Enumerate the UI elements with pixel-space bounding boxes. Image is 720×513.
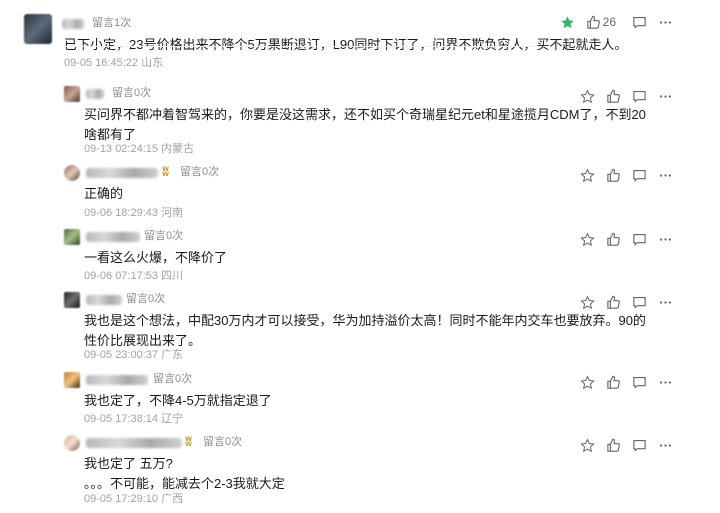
more-icon[interactable]: [652, 167, 678, 183]
thumbs-up-icon[interactable]: [600, 88, 626, 104]
avatar[interactable]: [64, 435, 80, 451]
comment-text: 正确的: [84, 186, 124, 201]
comment-actions: [574, 437, 678, 453]
comment-actions: 26: [555, 14, 678, 30]
avatar[interactable]: [24, 14, 52, 44]
star-icon[interactable]: [574, 374, 600, 390]
comment-icon[interactable]: [626, 167, 652, 183]
username[interactable]: [62, 19, 84, 29]
comment-actions: [574, 167, 678, 183]
more-icon[interactable]: [652, 14, 678, 30]
comment-text: 我也是这个想法，中配30万内才可以接受，华为加持溢价太高！同时不能年内交车也要放…: [84, 313, 646, 348]
comment-text: 已下小定，23号价格出来不降个5万果断退订，L90同时下订了，问界不欺负穷人，买…: [64, 37, 628, 52]
location: 内蒙古: [161, 143, 195, 155]
vip-badge-icon: ʬ: [162, 164, 169, 179]
comment-actions: [574, 294, 678, 310]
reply-count: 留言0次: [112, 87, 152, 99]
comment-time: 09-05 23:00:37 广东: [84, 348, 183, 362]
avatar[interactable]: [64, 372, 80, 388]
star-icon[interactable]: [574, 88, 600, 104]
avatar[interactable]: [64, 165, 80, 181]
more-icon[interactable]: [652, 294, 678, 310]
star-icon[interactable]: [574, 167, 600, 183]
thumbs-up-icon[interactable]: [600, 167, 626, 183]
thumbs-up-icon[interactable]: [600, 374, 626, 390]
location: 山东: [141, 57, 164, 69]
comment-icon[interactable]: [626, 437, 652, 453]
comment-time: 09-13 02:24:15 内蒙古: [84, 142, 194, 156]
username[interactable]: [86, 438, 182, 448]
star-icon[interactable]: [574, 294, 600, 310]
divider: [64, 46, 536, 47]
comment-icon[interactable]: [626, 14, 652, 30]
comment-icon[interactable]: [626, 374, 652, 390]
username[interactable]: [86, 168, 158, 178]
comment-actions: [574, 374, 678, 390]
like-count: 26: [602, 15, 616, 29]
username[interactable]: [86, 295, 122, 305]
timestamp: 09-13 02:24:15: [84, 143, 159, 155]
thumbs-up-icon[interactable]: [600, 437, 626, 453]
vip-badge-icon: ʬ: [185, 434, 192, 449]
more-icon[interactable]: [652, 437, 678, 453]
location: 四川: [161, 270, 184, 282]
star-icon[interactable]: [555, 14, 581, 30]
comment-icon[interactable]: [626, 88, 652, 104]
location: 广东: [161, 349, 184, 361]
timestamp: 09-05 17:29:10: [84, 493, 159, 505]
username[interactable]: [86, 375, 148, 385]
comment-icon[interactable]: [626, 231, 652, 247]
comment-actions: [574, 88, 678, 104]
thumbs-up-icon[interactable]: [600, 231, 626, 247]
location: 辽宁: [161, 413, 184, 425]
star-icon[interactable]: [574, 437, 600, 453]
avatar[interactable]: [64, 292, 80, 308]
comment-time: 09-05 17:29:10 广西: [84, 492, 183, 506]
more-icon[interactable]: [652, 231, 678, 247]
comment-actions: [574, 231, 678, 247]
reply-count: 留言0次: [126, 293, 166, 305]
reply-count: 留言1次: [92, 17, 132, 29]
comment-time: 09-06 18:29:43 河南: [84, 206, 183, 220]
timestamp: 09-06 18:29:43: [84, 207, 159, 219]
thumbs-up-icon[interactable]: [600, 294, 626, 310]
timestamp: 09-05 16:45:22: [64, 57, 139, 69]
comment-text: 我也定了 五万? 。。。不可能，能减去个2-3我就大定: [84, 456, 285, 491]
reply-count: 留言0次: [203, 436, 243, 448]
more-icon[interactable]: [652, 374, 678, 390]
comment-text: 我也定了，不降4-5万就指定退了: [84, 393, 272, 408]
avatar[interactable]: [64, 229, 80, 245]
timestamp: 09-05 23:00:37: [84, 349, 159, 361]
comment-time: 09-06 07:17:53 四川: [84, 269, 183, 283]
timestamp: 09-06 07:17:53: [84, 270, 159, 282]
reply-count: 留言0次: [153, 373, 193, 385]
comment-text: 一看这么火爆，不降价了: [84, 250, 228, 265]
username[interactable]: [86, 232, 140, 242]
comment-time: 09-05 16:45:22 山东: [64, 56, 163, 70]
reply-count: 留言0次: [144, 230, 184, 242]
location: 河南: [161, 207, 184, 219]
more-icon[interactable]: [652, 88, 678, 104]
comment-text: 买问界不都冲着智驾来的，你要是没这需求，还不如买个奇瑞星纪元et和星途揽月CDM…: [84, 107, 646, 142]
timestamp: 09-05 17:38:14: [84, 413, 159, 425]
star-icon[interactable]: [574, 231, 600, 247]
avatar[interactable]: [64, 86, 80, 102]
comment-icon[interactable]: [626, 294, 652, 310]
location: 广西: [161, 493, 184, 505]
username[interactable]: [86, 89, 104, 99]
reply-count: 留言0次: [180, 166, 220, 178]
comment-time: 09-05 17:38:14 辽宁: [84, 412, 183, 426]
